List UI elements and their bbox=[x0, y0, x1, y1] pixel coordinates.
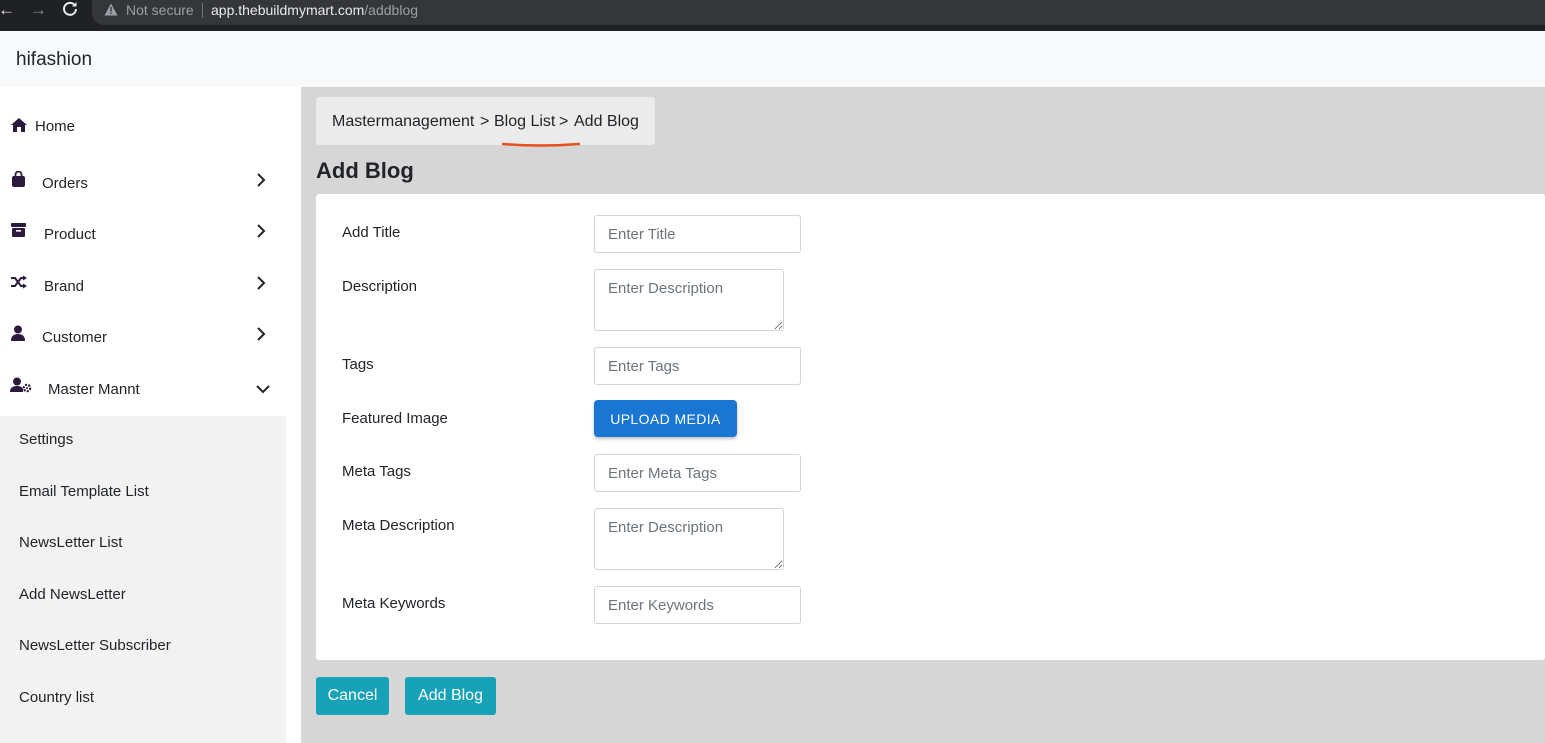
sidebar-item-label: Customer bbox=[42, 329, 108, 346]
meta-tags-input[interactable] bbox=[594, 454, 801, 492]
url-path: /addblog bbox=[364, 2, 419, 18]
submenu-item-newsletter-subscriber[interactable]: NewsLetter Subscriber bbox=[19, 637, 171, 654]
chevron-right-icon bbox=[257, 276, 266, 290]
chevron-right-icon bbox=[257, 327, 266, 341]
sidebar-item-label: Home bbox=[35, 118, 76, 135]
title-input[interactable] bbox=[594, 215, 801, 253]
user-icon bbox=[11, 325, 25, 341]
archive-box-icon bbox=[11, 223, 26, 237]
sidebar-item-label: Brand bbox=[44, 278, 85, 295]
user-gear-icon bbox=[10, 377, 32, 393]
chevron-down-icon bbox=[256, 385, 270, 394]
submenu-item-settings[interactable]: Settings bbox=[19, 431, 73, 448]
security-status-label: Not secure bbox=[126, 2, 194, 18]
meta-keywords-label: Meta Keywords bbox=[342, 595, 446, 612]
meta-keywords-input[interactable] bbox=[594, 586, 801, 624]
sidebar-item-customer[interactable]: Customer bbox=[0, 316, 286, 356]
submenu-item-newsletter-list[interactable]: NewsLetter List bbox=[19, 534, 122, 551]
tags-label: Tags bbox=[342, 356, 374, 373]
url-text[interactable]: app.thebuildmymart.com/addblog bbox=[211, 2, 418, 18]
sidebar-item-orders[interactable]: Orders bbox=[0, 162, 286, 202]
sidebar: Home Orders Product Brand Customer Maste… bbox=[0, 87, 300, 743]
featured-image-label: Featured Image bbox=[342, 410, 448, 427]
sidebar-item-label: Product bbox=[44, 226, 96, 243]
forward-arrow-icon[interactable]: → bbox=[30, 1, 47, 19]
sidebar-item-product[interactable]: Product bbox=[0, 213, 286, 253]
description-label: Description bbox=[342, 278, 418, 295]
breadcrumb-item-add-blog: Add Blog bbox=[574, 113, 639, 130]
main-content: Mastermanagement > Blog List > Add Blog … bbox=[301, 87, 1545, 743]
add-blog-form: Add Title Description Tags Featured Imag… bbox=[316, 194, 1545, 660]
submenu-item-email-template-list[interactable]: Email Template List bbox=[19, 483, 149, 500]
breadcrumb: Mastermanagement > Blog List > Add Blog bbox=[316, 97, 655, 147]
reload-icon[interactable] bbox=[62, 1, 78, 21]
breadcrumb-separator: > bbox=[559, 113, 569, 130]
brand-name[interactable]: hifashion bbox=[16, 49, 92, 71]
home-icon bbox=[11, 118, 27, 132]
meta-description-label: Meta Description bbox=[342, 517, 455, 534]
tags-input[interactable] bbox=[594, 347, 801, 385]
address-divider bbox=[202, 3, 203, 18]
sidebar-item-home[interactable]: Home bbox=[0, 105, 286, 145]
warning-triangle-icon bbox=[104, 3, 118, 16]
chevron-right-icon bbox=[257, 173, 266, 187]
meta-tags-label: Meta Tags bbox=[342, 463, 411, 480]
back-arrow-icon[interactable]: ← bbox=[0, 1, 15, 19]
annotation-underline bbox=[502, 142, 580, 147]
upload-media-button[interactable]: UPLOAD MEDIA bbox=[594, 400, 737, 437]
sidebar-item-label: Orders bbox=[42, 175, 88, 192]
browser-toolbar: ← → Not secure app.thebuildmymart.com/ad… bbox=[0, 0, 1545, 31]
chevron-right-icon bbox=[257, 224, 266, 238]
add-blog-button[interactable]: Add Blog bbox=[405, 677, 496, 715]
sidebar-item-master-mannt[interactable]: Master Mannt bbox=[0, 368, 286, 408]
sidebar-item-brand[interactable]: Brand bbox=[0, 265, 286, 305]
title-label: Add Title bbox=[342, 224, 401, 241]
shuffle-icon bbox=[11, 275, 27, 289]
cancel-button[interactable]: Cancel bbox=[316, 677, 389, 715]
submenu-item-add-newsletter[interactable]: Add NewsLetter bbox=[19, 586, 126, 603]
meta-description-textarea[interactable] bbox=[594, 508, 784, 570]
description-textarea[interactable] bbox=[594, 269, 784, 331]
url-host: app.thebuildmymart.com bbox=[211, 2, 365, 18]
submenu-master-mannt: Settings Email Template List NewsLetter … bbox=[0, 416, 286, 743]
shopping-bag-icon bbox=[12, 171, 25, 187]
breadcrumb-separator: > bbox=[480, 113, 490, 130]
breadcrumb-item-mastermanagement[interactable]: Mastermanagement bbox=[332, 113, 474, 131]
app-header: hifashion bbox=[0, 31, 1545, 87]
page-title: Add Blog bbox=[316, 158, 414, 183]
breadcrumb-item-blog-list[interactable]: Blog List bbox=[494, 113, 555, 131]
sidebar-item-label: Master Mannt bbox=[48, 381, 140, 398]
submenu-item-country-list[interactable]: Country list bbox=[19, 689, 94, 706]
